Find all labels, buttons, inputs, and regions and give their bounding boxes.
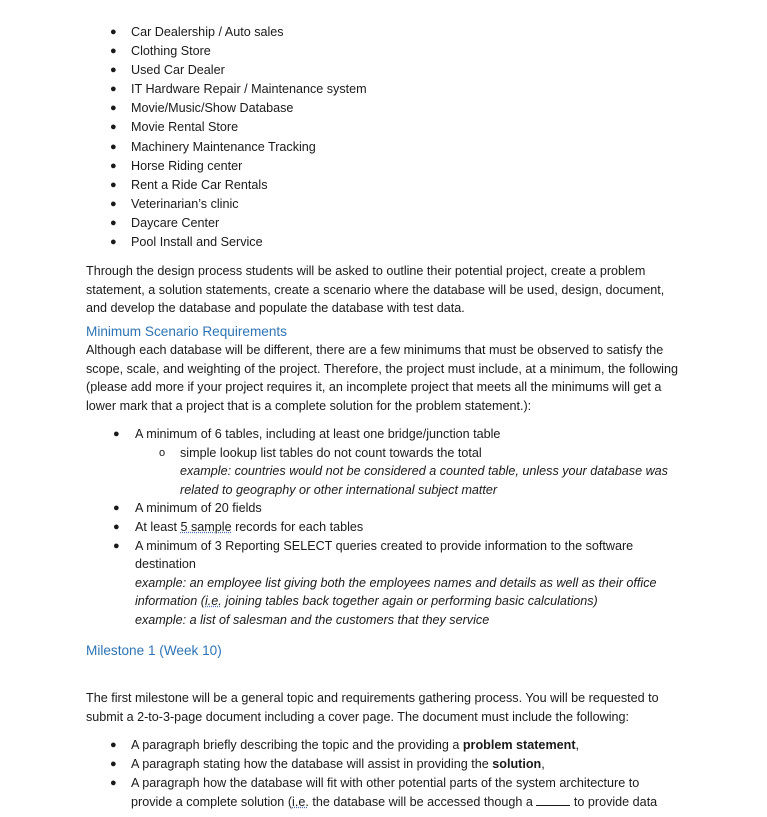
list-item: ● Horse Riding center (0, 157, 367, 176)
bullet-icon: ● (110, 121, 117, 134)
list-item: ● A minimum of 3 Reporting SELECT querie… (113, 538, 657, 627)
bullet-icon: ● (110, 236, 117, 249)
list-item: ● Veterinarian’s clinic (0, 195, 367, 214)
business-list: ● Car Dealership / Auto sales ● Clothing S… (0, 23, 367, 252)
bullet-icon: ● (110, 45, 117, 58)
sub-item-content: o simple lookup list tables do not count… (159, 445, 668, 497)
list-item: ● Clothing Store (0, 42, 367, 61)
example-text: example: countries would not be consider… (180, 464, 668, 497)
list-item: ● Movie Rental Store (0, 118, 367, 137)
list-item: ● Car Dealership / Auto sales (0, 23, 367, 42)
bullet-icon: ● (110, 159, 117, 172)
document-page: ● Car Dealership / Auto sales ● Clothing S… (0, 0, 767, 817)
list-item: ● A paragraph stating how the database w… (0, 755, 671, 774)
list-item: ● A paragraph how the database will fit … (110, 776, 658, 809)
circle-bullet-icon: o (159, 446, 166, 459)
bullet-icon: ● (110, 102, 117, 115)
list-item: ● Machinery Maintenance Tracking (0, 138, 367, 157)
list-item: ● A minimum of 20 fields (0, 499, 675, 518)
spellcheck-flagged-text[interactable]: i.e. (292, 795, 309, 809)
bullet-icon: ● (110, 64, 117, 77)
list-item: ● Rent a Ride Car Rentals (0, 176, 367, 195)
intro-paragraph: Through the design process students will… (86, 264, 665, 316)
bullet-icon: ● (113, 539, 120, 552)
requirements-list: ● A minimum of 6 tables, including at le… (0, 425, 675, 630)
bullet-icon: ● (110, 178, 117, 191)
list-item: ● A paragraph briefly describing the top… (0, 736, 671, 755)
sub-list-item: o simple lookup list tables do not count… (0, 444, 668, 500)
bullet-icon: ● (110, 197, 117, 210)
bullet-icon: ● (110, 83, 117, 96)
list-item: ● At least 5 sample records for each tab… (0, 518, 675, 537)
milestone1-list: ● A paragraph briefly describing the top… (0, 736, 671, 812)
list-item: ● IT Hardware Repair / Maintenance system (0, 80, 367, 99)
spellcheck-flagged-text[interactable]: 5 sample (181, 520, 232, 534)
bullet-icon: ● (110, 777, 117, 789)
bullet-icon: ● (110, 758, 117, 770)
bullet-icon: ● (113, 502, 120, 515)
list-item: ● A minimum of 6 tables, including at le… (0, 425, 675, 444)
list-item: ● Pool Install and Service (0, 233, 367, 252)
example-text: example: an employee list giving both th… (135, 575, 657, 609)
milestone1-heading: Milestone 1 (Week 10) (86, 643, 222, 658)
bullet-icon: ● (113, 520, 120, 533)
milestone1-paragraph: The first milestone will be a general to… (86, 691, 659, 724)
min-requirements-heading: Minimum Scenario Requirements (86, 324, 287, 339)
list-item: ● Movie/Music/Show Database (0, 99, 367, 118)
bullet-icon: ● (113, 428, 120, 440)
example-text: example: a list of salesman and the cust… (135, 612, 490, 627)
bullet-icon: ● (110, 140, 117, 153)
spellcheck-flagged-text[interactable]: i.e. (205, 594, 222, 608)
bullet-icon: ● (110, 739, 117, 751)
list-item: ● Daycare Center (0, 214, 367, 233)
list-item: ● Used Car Dealer (0, 61, 367, 80)
bullet-icon: ● (110, 216, 117, 229)
fill-in-blank (536, 793, 571, 806)
min-requirements-paragraph: Although each database will be different… (86, 343, 678, 413)
bullet-icon: ● (110, 26, 117, 38)
